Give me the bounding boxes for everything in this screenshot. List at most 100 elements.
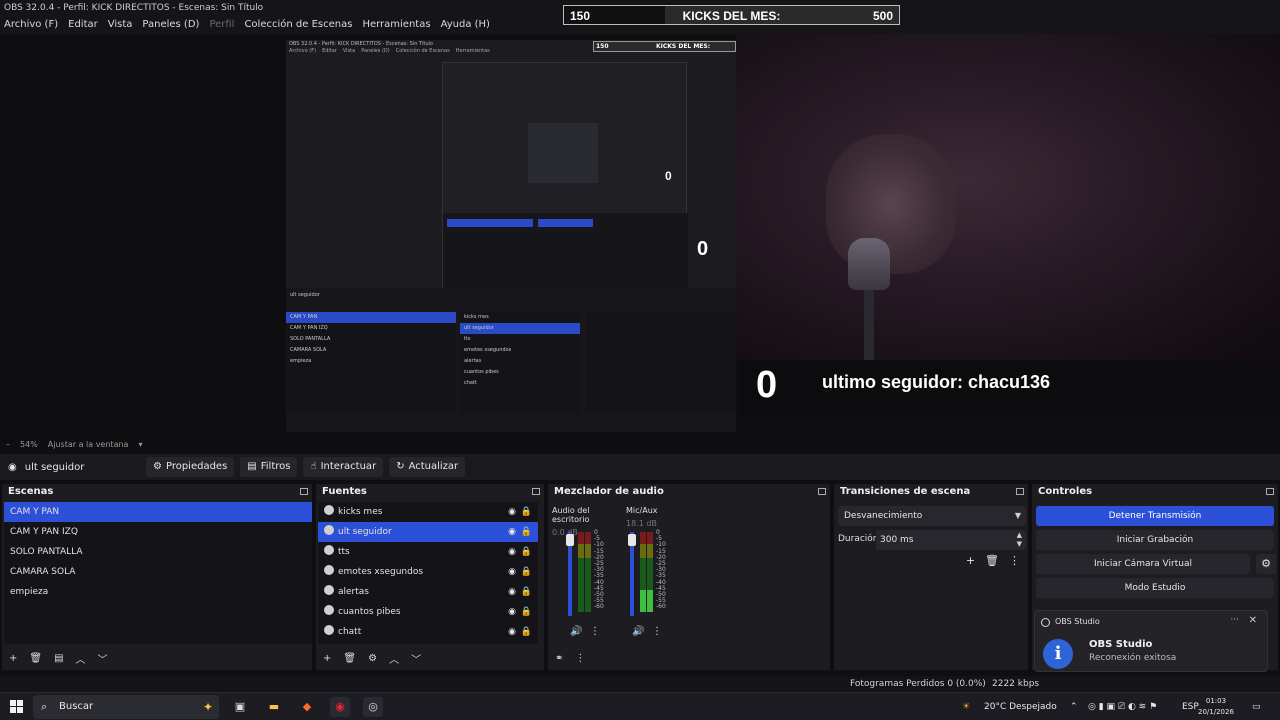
notification-center-icon[interactable]: ▭ bbox=[1252, 693, 1261, 720]
scene-item[interactable]: CAMARA SOLA bbox=[4, 562, 312, 582]
eye-icon[interactable]: ◉ bbox=[508, 542, 516, 562]
hand-icon: ☝ bbox=[310, 461, 317, 472]
refresh-button[interactable]: ↻ Actualizar bbox=[389, 457, 466, 477]
filters-button[interactable]: ▤ Filtros bbox=[240, 457, 298, 477]
menu-archivo[interactable]: Archivo (F) bbox=[4, 16, 58, 34]
app-icon[interactable]: ◉ bbox=[330, 697, 350, 717]
arrow-down-icon[interactable]: ﹀ bbox=[98, 651, 108, 666]
interact-button[interactable]: ☝ Interactuar bbox=[303, 457, 384, 477]
fit-window[interactable]: Ajustar a la ventana bbox=[48, 438, 129, 452]
add-icon[interactable]: + bbox=[9, 653, 17, 664]
menu-coleccion-escenas[interactable]: Colección de Escenas bbox=[244, 16, 352, 34]
zoom-level[interactable]: 54% bbox=[20, 438, 38, 452]
undock-icon[interactable] bbox=[1266, 488, 1274, 495]
source-item[interactable]: emotes xsegundos ◉ 🔒 bbox=[318, 562, 538, 582]
unlock-icon[interactable]: 🔒 bbox=[521, 602, 532, 622]
eye-icon[interactable]: ◉ bbox=[508, 562, 516, 582]
lock-icon[interactable]: 🔒 bbox=[521, 582, 532, 602]
start-virtual-camera-button[interactable]: Iniciar Cámara Virtual bbox=[1036, 554, 1250, 574]
undock-icon[interactable] bbox=[818, 488, 826, 495]
nested-source: tts bbox=[464, 336, 471, 342]
windows-start-icon[interactable] bbox=[10, 700, 23, 713]
transition-select[interactable]: Desvanecimiento ▼ bbox=[838, 506, 1026, 526]
more-options-icon[interactable]: ··· bbox=[1230, 615, 1239, 625]
more-icon[interactable]: ⋮ bbox=[1009, 554, 1020, 567]
menu-paneles[interactable]: Paneles (D) bbox=[142, 16, 199, 34]
gear-icon[interactable]: ⚙ bbox=[1256, 554, 1276, 574]
file-explorer-icon[interactable]: ▬ bbox=[264, 697, 284, 717]
eye-icon[interactable]: ◉ bbox=[508, 502, 516, 522]
menu-editar[interactable]: Editar bbox=[68, 16, 98, 34]
start-recording-button[interactable]: Iniciar Grabación bbox=[1036, 530, 1274, 550]
eye-icon[interactable]: ◉ bbox=[508, 622, 516, 642]
task-view-icon[interactable]: ▣ bbox=[230, 697, 250, 717]
close-icon[interactable]: ✕ bbox=[1249, 615, 1257, 626]
volume-knob[interactable] bbox=[566, 534, 574, 546]
lock-icon[interactable]: 🔒 bbox=[521, 502, 532, 522]
chevron-down-icon: ▼ bbox=[1014, 511, 1021, 520]
speaker-icon[interactable]: 🔊 bbox=[570, 626, 582, 637]
lock-icon[interactable]: 🔒 bbox=[521, 562, 532, 582]
source-item[interactable]: tts ◉ 🔒 bbox=[318, 542, 538, 562]
menu-vista[interactable]: Vista bbox=[108, 16, 133, 34]
trash-icon[interactable]: 🗑 bbox=[343, 653, 356, 664]
weather-text[interactable]: 20°C Despejado bbox=[984, 693, 1057, 720]
text-source-icon bbox=[324, 525, 334, 535]
tray-icons[interactable]: ◎ ▮ ▣ ⎚ ◐ ≋ ⚑ bbox=[1088, 693, 1157, 720]
source-item[interactable]: chatt ◉ 🔒 bbox=[318, 622, 538, 642]
arrow-up-icon[interactable]: ︿ bbox=[389, 651, 399, 666]
link-icon[interactable]: ⚭ bbox=[555, 653, 563, 664]
chevron-down-icon[interactable]: ▾ bbox=[138, 438, 142, 452]
scene-item[interactable]: SOLO PANTALLA bbox=[4, 542, 312, 562]
interact-label: Interactuar bbox=[320, 461, 377, 472]
undock-icon[interactable] bbox=[1016, 488, 1024, 495]
lock-icon[interactable]: 🔒 bbox=[521, 542, 532, 562]
scene-item[interactable]: CAM Y PAN bbox=[4, 502, 312, 522]
source-type-icon: ◉ bbox=[8, 461, 17, 473]
properties-button[interactable]: ⚙ Propiedades bbox=[146, 457, 235, 477]
source-item[interactable]: ult seguidor ◉ 🔒 bbox=[318, 522, 538, 542]
spin-arrows-icon[interactable]: ▲ ▼ bbox=[1017, 531, 1022, 549]
undock-icon[interactable] bbox=[532, 488, 540, 495]
clock[interactable]: 01:03 20/1/2026 bbox=[1198, 696, 1234, 718]
tray-chevron-icon[interactable]: ⌃ bbox=[1070, 693, 1078, 720]
more-icon[interactable]: ⋮ bbox=[575, 653, 585, 664]
taskbar-search[interactable]: ⌕ Buscar ✦ bbox=[33, 695, 219, 719]
source-item[interactable]: alertas ◉ 🔒 bbox=[318, 582, 538, 602]
menu-perfil[interactable]: Perfil bbox=[209, 16, 234, 34]
scene-item[interactable]: CAM Y PAN IZQ bbox=[4, 522, 312, 542]
source-item[interactable]: cuantos pibes ◉ 🔒 bbox=[318, 602, 538, 622]
undock-icon[interactable] bbox=[300, 488, 308, 495]
volume-knob[interactable] bbox=[628, 534, 636, 546]
more-icon[interactable]: ⋮ bbox=[652, 626, 662, 637]
nested-block bbox=[447, 219, 533, 227]
brave-browser-icon[interactable]: ◆ bbox=[297, 697, 317, 717]
eye-icon[interactable]: ◉ bbox=[508, 522, 516, 542]
language-indicator[interactable]: ESP bbox=[1182, 693, 1199, 720]
stop-stream-button[interactable]: Detener Transmisión bbox=[1036, 506, 1274, 526]
notification-toast[interactable]: OBS Studio ··· ✕ i OBS Studio Reconexión… bbox=[1034, 610, 1268, 672]
menu-ayuda[interactable]: Ayuda (H) bbox=[441, 16, 490, 34]
studio-mode-button[interactable]: Modo Estudio bbox=[1036, 578, 1274, 598]
duration-input[interactable]: 300 ms ▲ ▼ bbox=[876, 530, 1026, 550]
zoom-minus[interactable]: – bbox=[6, 438, 10, 452]
speaker-icon[interactable]: 🔊 bbox=[632, 626, 644, 637]
arrow-up-icon[interactable]: ︿ bbox=[76, 651, 86, 666]
arrow-down-icon[interactable]: ﹀ bbox=[411, 651, 421, 666]
add-icon[interactable]: + bbox=[966, 554, 975, 567]
gear-icon[interactable]: ⚙ bbox=[368, 653, 377, 664]
eye-icon[interactable]: ◉ bbox=[508, 582, 516, 602]
more-icon[interactable]: ⋮ bbox=[590, 626, 600, 637]
obs-taskbar-icon[interactable]: ◎ bbox=[363, 697, 383, 717]
menu-herramientas[interactable]: Herramientas bbox=[362, 16, 430, 34]
controls-title: Controles bbox=[1032, 484, 1278, 500]
filter-icon[interactable]: ▤ bbox=[54, 653, 63, 664]
source-item[interactable]: kicks mes ◉ 🔒 bbox=[318, 502, 538, 522]
scene-item[interactable]: empieza bbox=[4, 582, 312, 602]
eye-icon[interactable]: ◉ bbox=[508, 602, 516, 622]
lock-icon[interactable]: 🔒 bbox=[521, 522, 532, 542]
trash-icon[interactable]: 🗑 bbox=[985, 554, 999, 567]
add-icon[interactable]: + bbox=[323, 653, 331, 664]
trash-icon[interactable]: 🗑 bbox=[29, 653, 42, 664]
lock-icon[interactable]: 🔒 bbox=[521, 622, 532, 642]
